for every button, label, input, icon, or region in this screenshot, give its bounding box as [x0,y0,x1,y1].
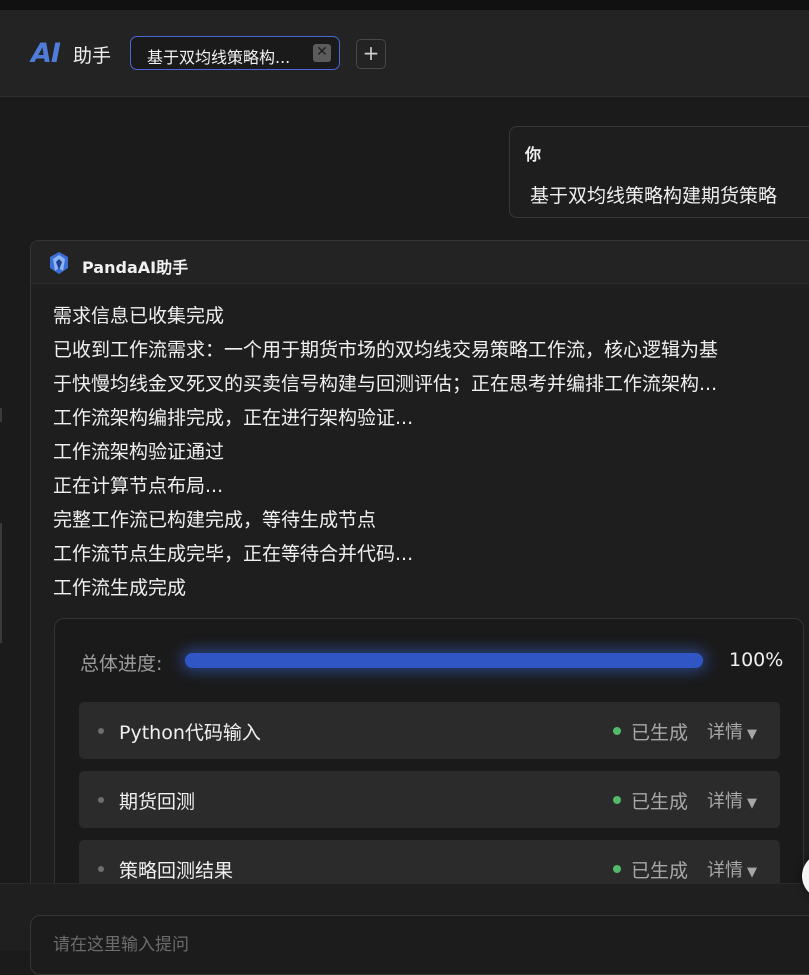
add-tab-button[interactable]: + [356,39,386,69]
node-row[interactable]: 期货回测 已生成 详情 ▼ [79,771,780,828]
window-top-strip [0,0,809,10]
node-name: 策略回测结果 [119,860,234,882]
status-dot-icon [613,727,621,735]
detail-button[interactable]: 详情 ▼ [707,787,757,813]
status-dot-icon [613,796,621,804]
input-bar [0,883,809,975]
progress-label: 总体进度: [80,653,163,675]
user-sender: 你 [525,145,542,164]
assistant-message-body: 需求信息已收集完成 已收到工作流需求：一个用于期货市场的双均线交易策略工作流，核… [53,299,809,605]
assistant-line: 完整工作流已构建完成，等待生成节点 [53,509,377,531]
node-status: 已生成 [631,791,689,813]
assistant-line: 工作流生成完成 [53,577,187,599]
bullet-icon [98,866,104,872]
detail-label: 详情 [707,860,743,881]
panda-avatar-icon [50,252,68,274]
detail-button[interactable]: 详情 ▼ [707,856,757,882]
user-message-text: 基于双均线策略构建期货策略 [530,185,778,207]
assistant-line: 需求信息已收集完成 [53,305,225,327]
app-title: 助手 [73,45,112,67]
assistant-sender: PandaAI助手 [82,258,189,277]
assistant-line: 工作流架构编排完成，正在进行架构验证... [53,407,414,429]
user-message: 你 基于双均线策略构建期货策略 [509,126,809,218]
node-status: 已生成 [631,860,689,882]
ai-logo: AI [31,38,61,69]
caret-down-icon: ▼ [747,796,757,811]
node-status: 已生成 [631,722,689,744]
assistant-header: PandaAI助手 [31,241,809,284]
detail-button[interactable]: 详情 ▼ [707,718,757,744]
assistant-line: 工作流节点生成完毕，正在等待合并代码... [53,543,414,565]
header: AI 助手 基于双均线策略构... ✕ + [0,10,809,97]
caret-down-icon: ▼ [747,865,757,880]
node-row[interactable]: Python代码输入 已生成 详情 ▼ [79,702,780,759]
progress-fill [185,653,703,668]
node-name: 期货回测 [119,791,196,813]
edge-marker [0,408,2,422]
prompt-input[interactable] [51,934,755,956]
bullet-icon [98,797,104,803]
progress-value: 100% [729,649,784,671]
detail-label: 详情 [707,722,743,743]
input-container [30,915,809,975]
edge-marker [0,523,2,643]
detail-label: 详情 [707,791,743,812]
assistant-line: 工作流架构验证通过 [53,441,225,463]
assistant-line: 于快慢均线金叉死叉的买卖信号构建与回测评估；正在思考并编排工作流架构... [53,373,718,395]
tab-conversation[interactable]: 基于双均线策略构... ✕ [130,36,340,70]
caret-down-icon: ▼ [747,727,757,742]
assistant-line: 正在计算节点布局... [53,475,224,497]
status-dot-icon [613,865,621,873]
assistant-line: 已收到工作流需求：一个用于期货市场的双均线交易策略工作流，核心逻辑为基 [53,339,719,361]
node-name: Python代码输入 [119,722,261,744]
assistant-message: PandaAI助手 需求信息已收集完成 已收到工作流需求：一个用于期货市场的双均… [30,240,809,948]
bullet-icon [98,728,104,734]
progress-bar [185,653,703,668]
tab-label: 基于双均线策略构... [147,48,291,67]
close-icon[interactable]: ✕ [313,44,331,62]
